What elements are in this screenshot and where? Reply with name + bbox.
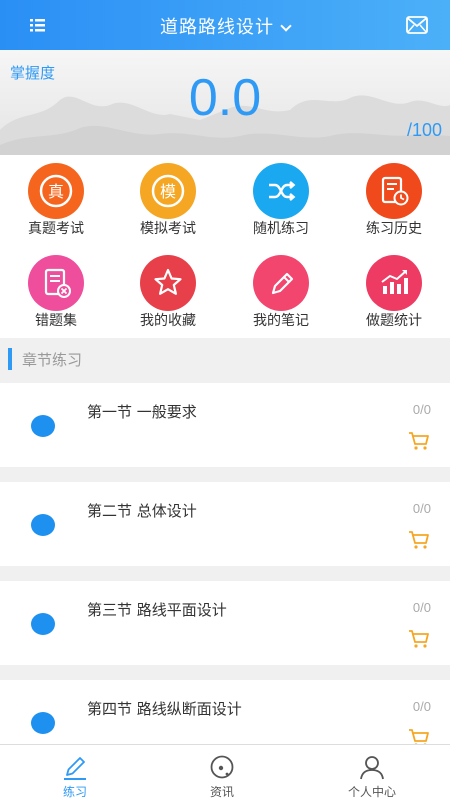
history-icon [366, 163, 422, 219]
bottom-tab-bar: 练习 资讯 个人中心 [0, 744, 450, 800]
star-icon [140, 255, 196, 311]
chapter-name: 第四节 路线纵断面设计 [87, 700, 242, 718]
subject-selector[interactable]: 道路路线设计 [0, 13, 450, 39]
real-exam-label: 真题考试 [28, 221, 84, 237]
chapter-count: 0/0 [412, 600, 431, 615]
random-practice-button[interactable]: 随机练习 [225, 155, 337, 246]
chapter-count: 0/0 [412, 501, 431, 516]
tab-news[interactable]: 资讯 [147, 745, 297, 800]
chapter-dot-icon [31, 415, 55, 437]
real-exam-icon: 真 [28, 163, 84, 219]
chapter-section-header: 章节练习 [0, 338, 450, 382]
wrong-book-icon [28, 255, 84, 311]
chapter-item[interactable]: 第三节 路线平面设计 0/0 [0, 581, 450, 665]
top-app-bar: 道路路线设计 [0, 0, 450, 50]
mail-icon[interactable] [406, 16, 428, 34]
chevron-down-icon [280, 20, 292, 32]
my-notes-label: 我的笔记 [253, 313, 309, 329]
chapter-name: 第一节 一般要求 [87, 403, 197, 421]
tab-practice-label: 练习 [62, 785, 87, 799]
real-exam-button[interactable]: 真 真题考试 [0, 155, 112, 246]
cart-icon[interactable] [408, 431, 430, 451]
news-icon [210, 755, 234, 779]
cart-icon[interactable] [408, 629, 430, 649]
chapter-dot-icon [31, 613, 55, 635]
tab-news-label: 资讯 [209, 785, 234, 799]
svg-text:模: 模 [160, 182, 176, 201]
person-icon [360, 756, 384, 780]
svg-text:真: 真 [48, 182, 64, 201]
random-practice-label: 随机练习 [253, 221, 309, 237]
wrong-questions-button[interactable]: 错题集 [0, 247, 112, 338]
my-notes-button[interactable]: 我的笔记 [225, 247, 337, 338]
section-accent-bar [8, 348, 12, 370]
tab-profile[interactable]: 个人中心 [297, 745, 447, 800]
chapter-name: 第三节 路线平面设计 [87, 601, 227, 619]
tab-practice[interactable]: 练习 [0, 745, 150, 800]
feature-grid: 真 真题考试 模 模拟考试 随机练习 练习历史 错题集 我的收藏 我的笔记 做题… [0, 155, 450, 338]
shuffle-icon [253, 163, 309, 219]
my-favorites-label: 我的收藏 [140, 313, 196, 329]
section-title: 章节练习 [22, 351, 83, 369]
chapter-name: 第二节 总体设计 [87, 502, 197, 520]
my-favorites-button[interactable]: 我的收藏 [112, 247, 224, 338]
bar-chart-icon [366, 255, 422, 311]
mastery-score: 0.0 [188, 69, 262, 127]
chapter-dot-icon [31, 514, 55, 536]
pencil-icon [64, 757, 86, 780]
stats-label: 做题统计 [366, 313, 422, 329]
mock-exam-icon: 模 [140, 163, 196, 219]
mastery-panel: 掌握度 0.0 /100 [0, 50, 450, 155]
tab-profile-label: 个人中心 [347, 785, 396, 799]
chapter-item[interactable]: 第二节 总体设计 0/0 [0, 482, 450, 566]
chapter-count: 0/0 [412, 699, 431, 714]
pencil-icon [253, 255, 309, 311]
mock-exam-label: 模拟考试 [140, 221, 196, 237]
chapter-item[interactable]: 第一节 一般要求 0/0 [0, 383, 450, 467]
chapter-dot-icon [31, 712, 55, 734]
wrong-questions-label: 错题集 [35, 313, 77, 329]
cart-icon[interactable] [408, 530, 430, 550]
practice-history-button[interactable]: 练习历史 [338, 155, 450, 246]
practice-history-label: 练习历史 [366, 221, 422, 237]
mastery-max: /100 [406, 120, 442, 140]
stats-button[interactable]: 做题统计 [338, 247, 450, 338]
mock-exam-button[interactable]: 模 模拟考试 [112, 155, 224, 246]
chapter-count: 0/0 [412, 402, 431, 417]
subject-title: 道路路线设计 [160, 17, 274, 38]
